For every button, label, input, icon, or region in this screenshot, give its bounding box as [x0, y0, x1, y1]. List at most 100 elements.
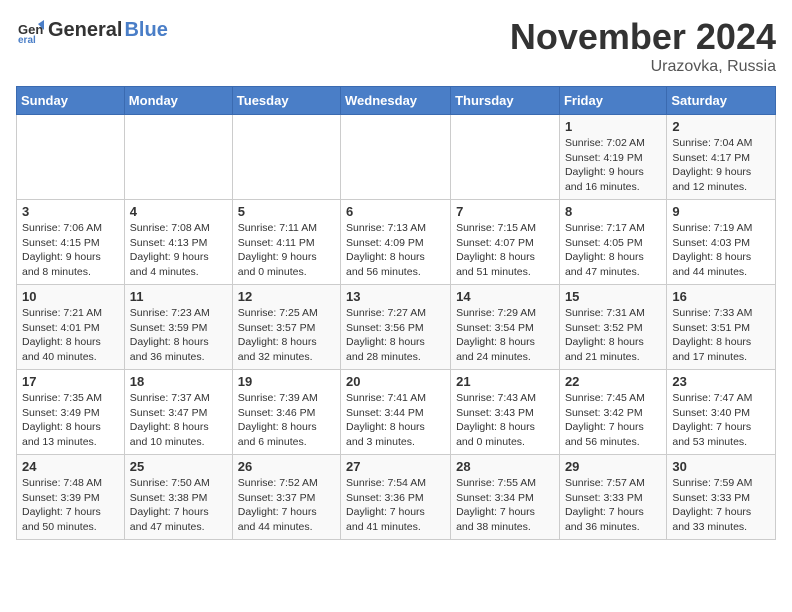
day-info: Sunrise: 7:19 AMSunset: 4:03 PMDaylight:… — [672, 221, 770, 280]
day-info: Sunrise: 7:37 AMSunset: 3:47 PMDaylight:… — [130, 391, 227, 450]
day-info: Sunrise: 7:13 AMSunset: 4:09 PMDaylight:… — [346, 221, 445, 280]
logo-general: General — [48, 19, 122, 41]
header: Gen eral GeneralBlue November 2024 Urazo… — [16, 16, 776, 76]
month-title: November 2024 — [510, 16, 776, 58]
day-number: 8 — [565, 204, 661, 219]
day-info: Sunrise: 7:04 AMSunset: 4:17 PMDaylight:… — [672, 136, 770, 195]
weekday-saturday: Saturday — [667, 87, 776, 115]
calendar-cell: 13Sunrise: 7:27 AMSunset: 3:56 PMDayligh… — [341, 285, 451, 370]
day-info: Sunrise: 7:27 AMSunset: 3:56 PMDaylight:… — [346, 306, 445, 365]
day-number: 15 — [565, 289, 661, 304]
day-info: Sunrise: 7:59 AMSunset: 3:33 PMDaylight:… — [672, 476, 770, 535]
day-number: 7 — [456, 204, 554, 219]
svg-text:eral: eral — [18, 35, 36, 44]
calendar-cell: 28 Sunrise: 7:55 AMSunset: 3:34 PMDayligh… — [451, 455, 560, 540]
calendar-cell: 3 Sunrise: 7:06 AMSunset: 4:15 PMDaylight… — [17, 200, 125, 285]
calendar-cell: 20 Sunrise: 7:41 AMSunset: 3:44 PMDayligh… — [341, 370, 451, 455]
day-info: Sunrise: 7:15 AMSunset: 4:07 PMDaylight:… — [456, 221, 554, 280]
calendar-cell: 18Sunrise: 7:37 AMSunset: 3:47 PMDayligh… — [124, 370, 232, 455]
logo: Gen eral GeneralBlue — [16, 16, 168, 44]
day-number: 11 — [130, 289, 227, 304]
day-number: 5 — [238, 204, 335, 219]
calendar-cell — [232, 115, 340, 200]
day-number: 27 — [346, 459, 445, 474]
day-info: Sunrise: 7:29 AMSunset: 3:54 PMDaylight:… — [456, 306, 554, 365]
day-info: Sunrise: 7:41 AMSunset: 3:44 PMDaylight:… — [346, 391, 445, 450]
calendar-cell: 11 Sunrise: 7:23 AMSunset: 3:59 PMDayligh… — [124, 285, 232, 370]
day-number: 12 — [238, 289, 335, 304]
calendar-cell: 17Sunrise: 7:35 AMSunset: 3:49 PMDayligh… — [17, 370, 125, 455]
day-info: Sunrise: 7:43 AMSunset: 3:43 PMDaylight:… — [456, 391, 554, 450]
weekday-wednesday: Wednesday — [341, 87, 451, 115]
day-info: Sunrise: 7:25 AMSunset: 3:57 PMDaylight:… — [238, 306, 335, 365]
calendar-cell: 8 Sunrise: 7:17 AMSunset: 4:05 PMDaylight… — [559, 200, 666, 285]
calendar-table: SundayMondayTuesdayWednesdayThursdayFrid… — [16, 86, 776, 540]
day-number: 25 — [130, 459, 227, 474]
day-info: Sunrise: 7:55 AMSunset: 3:34 PMDaylight:… — [456, 476, 554, 535]
day-info: Sunrise: 7:21 AMSunset: 4:01 PMDaylight:… — [22, 306, 119, 365]
calendar-cell: 30 Sunrise: 7:59 AMSunset: 3:33 PMDayligh… — [667, 455, 776, 540]
day-number: 20 — [346, 374, 445, 389]
day-info: Sunrise: 7:17 AMSunset: 4:05 PMDaylight:… — [565, 221, 661, 280]
calendar-cell: 27 Sunrise: 7:54 AMSunset: 3:36 PMDayligh… — [341, 455, 451, 540]
day-info: Sunrise: 7:11 AMSunset: 4:11 PMDaylight:… — [238, 221, 335, 280]
calendar-cell: 4 Sunrise: 7:08 AMSunset: 4:13 PMDaylight… — [124, 200, 232, 285]
day-number: 19 — [238, 374, 335, 389]
day-number: 2 — [672, 119, 770, 134]
day-number: 1 — [565, 119, 661, 134]
calendar-cell: 10 Sunrise: 7:21 AMSunset: 4:01 PMDayligh… — [17, 285, 125, 370]
location: Urazovka, Russia — [510, 58, 776, 76]
weekday-thursday: Thursday — [451, 87, 560, 115]
day-number: 29 — [565, 459, 661, 474]
day-info: Sunrise: 7:35 AMSunset: 3:49 PMDaylight:… — [22, 391, 119, 450]
calendar-cell: 19 Sunrise: 7:39 AMSunset: 3:46 PMDayligh… — [232, 370, 340, 455]
calendar-cell — [124, 115, 232, 200]
day-number: 10 — [22, 289, 119, 304]
calendar-cell: 9Sunrise: 7:19 AMSunset: 4:03 PMDaylight… — [667, 200, 776, 285]
weekday-tuesday: Tuesday — [232, 87, 340, 115]
day-number: 21 — [456, 374, 554, 389]
week-row-3: 10 Sunrise: 7:21 AMSunset: 4:01 PMDayligh… — [17, 285, 776, 370]
day-info: Sunrise: 7:47 AMSunset: 3:40 PMDaylight:… — [672, 391, 770, 450]
weekday-sunday: Sunday — [17, 87, 125, 115]
calendar-cell: 1 Sunrise: 7:02 AMSunset: 4:19 PMDaylight… — [559, 115, 666, 200]
day-number: 3 — [22, 204, 119, 219]
day-info: Sunrise: 7:54 AMSunset: 3:36 PMDaylight:… — [346, 476, 445, 535]
day-number: 16 — [672, 289, 770, 304]
day-number: 30 — [672, 459, 770, 474]
day-info: Sunrise: 7:23 AMSunset: 3:59 PMDaylight:… — [130, 306, 227, 365]
day-info: Sunrise: 7:50 AMSunset: 3:38 PMDaylight:… — [130, 476, 227, 535]
day-number: 22 — [565, 374, 661, 389]
day-info: Sunrise: 7:33 AMSunset: 3:51 PMDaylight:… — [672, 306, 770, 365]
calendar-cell: 21 Sunrise: 7:43 AMSunset: 3:43 PMDayligh… — [451, 370, 560, 455]
calendar-cell: 16 Sunrise: 7:33 AMSunset: 3:51 PMDayligh… — [667, 285, 776, 370]
calendar-cell: 26 Sunrise: 7:52 AMSunset: 3:37 PMDayligh… — [232, 455, 340, 540]
day-number: 23 — [672, 374, 770, 389]
day-number: 28 — [456, 459, 554, 474]
day-number: 26 — [238, 459, 335, 474]
day-info: Sunrise: 7:48 AMSunset: 3:39 PMDaylight:… — [22, 476, 119, 535]
day-number: 14 — [456, 289, 554, 304]
calendar-cell — [17, 115, 125, 200]
calendar-cell: 25 Sunrise: 7:50 AMSunset: 3:38 PMDayligh… — [124, 455, 232, 540]
calendar-cell: 5 Sunrise: 7:11 AMSunset: 4:11 PMDaylight… — [232, 200, 340, 285]
weekday-monday: Monday — [124, 87, 232, 115]
week-row-5: 24 Sunrise: 7:48 AMSunset: 3:39 PMDayligh… — [17, 455, 776, 540]
day-info: Sunrise: 7:06 AMSunset: 4:15 PMDaylight:… — [22, 221, 119, 280]
day-number: 24 — [22, 459, 119, 474]
calendar-cell: 23 Sunrise: 7:47 AMSunset: 3:40 PMDayligh… — [667, 370, 776, 455]
day-info: Sunrise: 7:08 AMSunset: 4:13 PMDaylight:… — [130, 221, 227, 280]
day-info: Sunrise: 7:52 AMSunset: 3:37 PMDaylight:… — [238, 476, 335, 535]
day-number: 4 — [130, 204, 227, 219]
week-row-4: 17Sunrise: 7:35 AMSunset: 3:49 PMDayligh… — [17, 370, 776, 455]
calendar-cell: 7 Sunrise: 7:15 AMSunset: 4:07 PMDaylight… — [451, 200, 560, 285]
calendar-cell: 14 Sunrise: 7:29 AMSunset: 3:54 PMDayligh… — [451, 285, 560, 370]
title-area: November 2024 Urazovka, Russia — [510, 16, 776, 76]
calendar-cell — [451, 115, 560, 200]
calendar-cell: 6 Sunrise: 7:13 AMSunset: 4:09 PMDaylight… — [341, 200, 451, 285]
calendar-cell: 29Sunrise: 7:57 AMSunset: 3:33 PMDayligh… — [559, 455, 666, 540]
calendar-cell — [341, 115, 451, 200]
day-info: Sunrise: 7:02 AMSunset: 4:19 PMDaylight:… — [565, 136, 661, 195]
day-info: Sunrise: 7:39 AMSunset: 3:46 PMDaylight:… — [238, 391, 335, 450]
day-number: 6 — [346, 204, 445, 219]
